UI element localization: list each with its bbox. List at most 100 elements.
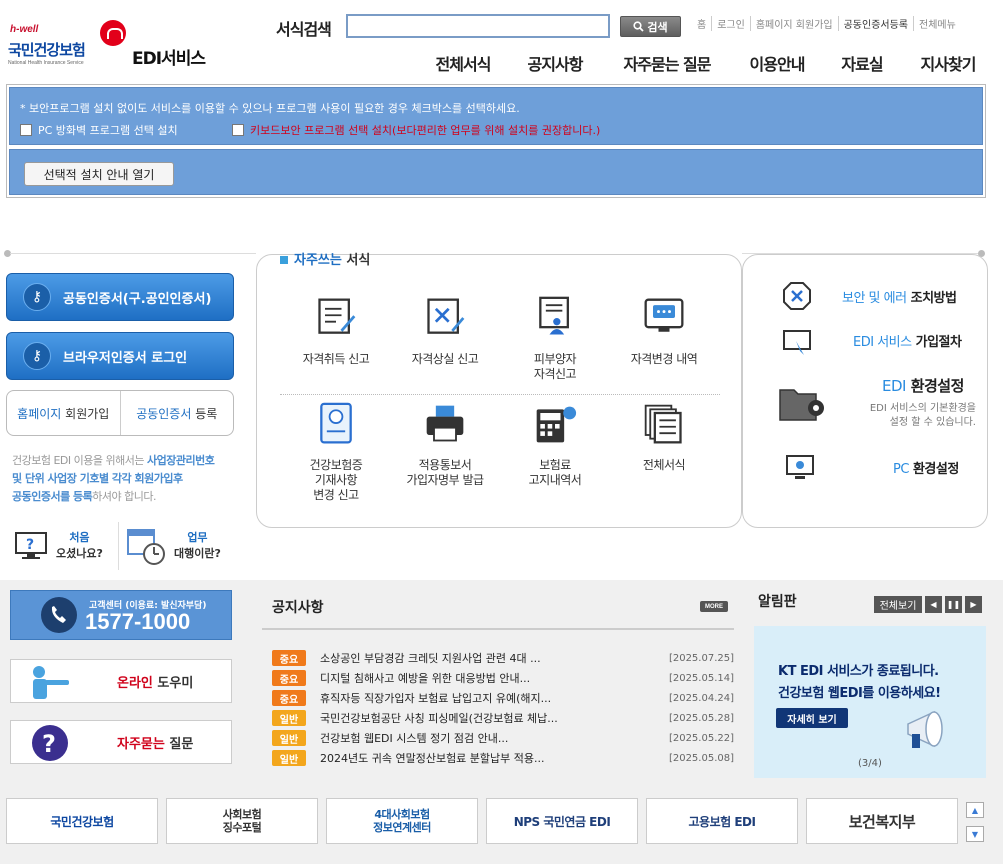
agent-info-link[interactable]: 업무대행이란? <box>124 524 234 568</box>
footer-logo-employment[interactable]: 고용보험 EDI <box>646 798 798 844</box>
install-guide-button[interactable]: 선택적 설치 안내 열기 <box>24 162 174 186</box>
call-center-banner[interactable]: 고객센터 (이용료: 발신자부담) 1577-1000 <box>10 590 232 640</box>
security-link-a: 보안 및 에러 <box>842 291 907 306</box>
nav-faq[interactable]: 자주묻는 질문 <box>618 51 716 75</box>
nav-guide[interactable]: 이용안내 <box>746 51 808 75</box>
notice-title-text: 건강보험 웹EDI 시스템 정기 점검 안내... <box>320 732 509 745</box>
helper-a: 온라인 <box>117 675 153 691</box>
faq-button[interactable]: ? 자주묻는 질문 <box>10 720 232 764</box>
prev-arrow-icon[interactable]: ◀ <box>925 596 942 613</box>
printer-icon <box>423 402 467 446</box>
notice-title-text: 소상공인 부담경감 크레딧 지원사업 관련 4대 ... <box>320 652 541 665</box>
logo-service: EDI서비스 <box>132 49 206 69</box>
note-2: 사업장관리번호 <box>146 454 215 467</box>
alarm-controls: 전체보기 ◀ ❚❚ ▶ <box>874 596 982 613</box>
nhis-logo[interactable]: h-well 국민건강보험 National Health Insurance … <box>8 18 228 70</box>
footer-logo-nps[interactable]: NPS 국민연금 EDI <box>486 798 638 844</box>
note-1: 건강보험 EDI 이용을 위해서는 <box>12 454 144 467</box>
join-process-b: 가입절차 <box>915 335 962 350</box>
question-icon: ? <box>32 725 68 761</box>
keyboard-security-option[interactable]: 키보드보안 프로그램 선택 설치(보다편리한 업무를 위해 설치를 권장합니다.… <box>232 122 600 138</box>
pc-env-link[interactable]: PC 환경설정 <box>893 458 959 477</box>
notice-row[interactable]: 중요 디지털 침해사고 예방을 위한 대응방법 안내... [2025.05.14] <box>272 668 734 688</box>
pause-icon[interactable]: ❚❚ <box>945 596 962 613</box>
footer-logo-text: 사회보험 징수포털 <box>222 808 262 834</box>
cert-register-link[interactable]: 공동인증서 등록 <box>119 391 234 435</box>
join-link-b: 회원가입 <box>65 406 110 421</box>
security-note: * 보안프로그램 설치 없이도 서비스를 이용할 수 있으나 프로그램 사용이 … <box>20 102 520 115</box>
form-card-change[interactable]: 건강보험증 기재사항 변경 신고 <box>288 402 384 503</box>
footer-logo-mohw[interactable]: 보건복지부 <box>806 798 958 844</box>
form-notice-issue[interactable]: 적용통보서 가입자명부 발급 <box>397 402 493 488</box>
security-guide-bar: 선택적 설치 안내 열기 <box>9 149 983 195</box>
form-change-history[interactable]: 자격변경 내역 <box>616 296 712 367</box>
top-link-home[interactable]: 홈 <box>692 16 711 31</box>
call-center-number: 1577-1000 <box>85 609 191 634</box>
form-label: 전체서식 <box>642 458 686 472</box>
top-link-join[interactable]: 홈페이지 회원가입 <box>749 16 838 31</box>
cert-login-label: 공동인증서(구.공인인증서) <box>63 291 212 307</box>
faq-a: 자주묻는 <box>117 736 165 752</box>
agent-a: 업무 <box>187 531 208 544</box>
edi-env-link[interactable]: EDI 환경설정 <box>882 375 964 396</box>
security-error-link[interactable]: 보안 및 에러 조치방법 <box>842 287 957 306</box>
form-dependent[interactable]: 피부양자 자격신고 <box>507 296 603 382</box>
nav-library[interactable]: 자료실 <box>838 51 886 75</box>
top-link-cert-register[interactable]: 공동인증서등록 <box>837 16 913 31</box>
form-label: 자격취득 신고 <box>302 352 370 366</box>
form-qualification-loss[interactable]: 자격상실 신고 <box>397 296 493 367</box>
notice-row[interactable]: 일반 국민건강보험공단 사칭 피싱메일(건강보험료 체납... [2025.05.2… <box>272 708 734 728</box>
notice-badge: 중요 <box>272 650 306 666</box>
alarm-view-all-button[interactable]: 전체보기 <box>874 596 922 613</box>
scroll-down-icon[interactable]: ▼ <box>966 826 984 842</box>
online-helper-button[interactable]: 온라인 도우미 <box>10 659 232 703</box>
form-all-forms[interactable]: 전체서식 <box>616 402 712 473</box>
nav-branch-finder[interactable]: 지사찾기 <box>916 51 980 75</box>
phone-icon <box>41 597 77 633</box>
decor-line <box>10 253 256 254</box>
footer-logo-social-insurance[interactable]: 사회보험 징수포털 <box>166 798 318 844</box>
alarm-banner[interactable]: KT EDI 서비스가 종료됩니다. 건강보험 웹EDI를 이용하세요! 자세히… <box>754 626 986 778</box>
edi-env-description: EDI 서비스의 기본환경을 설정 할 수 있습니다. <box>869 403 976 428</box>
search-label: 서식검색 <box>276 20 332 39</box>
helper-person-icon <box>33 666 69 699</box>
note-3: 및 단위 사업장 기호별 각각 회원가입후 <box>12 472 183 485</box>
form-label: 피부양자 자격신고 <box>533 352 577 381</box>
nav-all-forms[interactable]: 전체서식 <box>432 51 494 75</box>
banner-detail-button[interactable]: 자세히 보기 <box>776 708 848 728</box>
keyboard-security-checkbox[interactable] <box>232 124 244 136</box>
notice-row[interactable]: 일반 건강보험 웹EDI 시스템 정기 점검 안내... [2025.05.22] <box>272 728 734 748</box>
agent-b: 대행이란? <box>174 547 221 560</box>
notice-row[interactable]: 중요 소상공인 부담경감 크레딧 지원사업 관련 4대 ... [2025.07.2… <box>272 648 734 668</box>
scroll-up-icon[interactable]: ▲ <box>966 802 984 818</box>
firewall-checkbox[interactable] <box>20 124 32 136</box>
footer-logo-text: 4대사회보험 정보연계센터 <box>373 808 431 834</box>
search-button[interactable]: 검색 <box>620 16 681 37</box>
footer-logo-nhis[interactable]: 국민건강보험 <box>6 798 158 844</box>
join-process-link[interactable]: EDI 서비스 가입절차 <box>853 331 962 350</box>
next-arrow-icon[interactable]: ▶ <box>965 596 982 613</box>
first-visit-link[interactable]: ? 처음 오셨나요? <box>14 524 114 568</box>
helper-b: 도우미 <box>157 675 194 691</box>
top-link-login[interactable]: 로그인 <box>711 16 750 31</box>
join-register-box: 홈페이지 회원가입 공동인증서 등록 <box>6 390 234 436</box>
notice-row[interactable]: 중요 휴직자등 직장가입자 보험료 납입고지 유예(해지... [2025.04.2… <box>272 688 734 708</box>
form-premium-bill[interactable]: 보험료 고지내역서 <box>507 402 603 488</box>
homepage-join-link[interactable]: 홈페이지 회원가입 <box>7 391 120 435</box>
notice-more-button[interactable]: MORE <box>700 601 728 612</box>
top-link-all-menu[interactable]: 전체메뉴 <box>913 16 961 31</box>
faq-b: 질문 <box>169 736 194 752</box>
firewall-option[interactable]: PC 방화벽 프로그램 선택 설치 <box>20 122 178 138</box>
nav-notices[interactable]: 공지사항 <box>524 51 586 75</box>
cert-login-button[interactable]: ⚷ 공동인증서(구.공인인증서) <box>6 273 234 321</box>
footer-logo-4insure[interactable]: 4대사회보험 정보연계센터 <box>326 798 478 844</box>
pc-b: 환경설정 <box>912 462 959 477</box>
env-b: 환경설정 <box>910 377 965 395</box>
banner-page-indicator: (3/4) <box>858 758 882 769</box>
join-process-a: EDI 서비스 <box>853 335 912 350</box>
notice-row[interactable]: 일반 2024년도 귀속 연말정산보험료 분할납부 적용... [2025.05.0… <box>272 748 734 768</box>
form-qualification-acquire[interactable]: 자격취득 신고 <box>288 296 384 367</box>
document-pen-icon <box>314 296 358 340</box>
browser-cert-login-button[interactable]: ⚷ 브라우저인증서 로그인 <box>6 332 234 380</box>
search-input[interactable] <box>346 14 610 38</box>
